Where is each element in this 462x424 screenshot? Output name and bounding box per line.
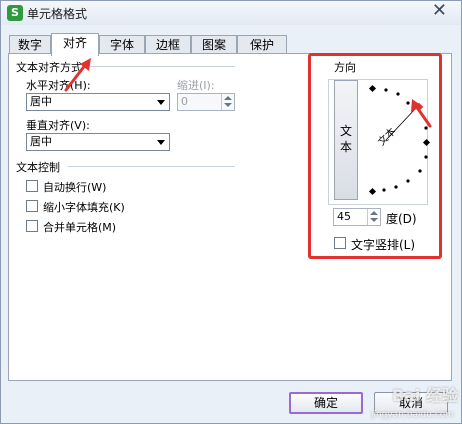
wrap-text-checkbox[interactable]: 自动换行(W) (26, 179, 166, 194)
checkbox-box[interactable] (26, 220, 38, 232)
annotation-arrow-tab (64, 58, 91, 92)
spin-down-icon (224, 103, 232, 107)
alignment-group-line (90, 66, 235, 67)
annotation-arrow-dial (411, 99, 432, 128)
indent-label: 缩进(I): (177, 79, 215, 92)
shrink-to-fit-checkbox[interactable]: 缩小字体填充(K) (26, 199, 166, 214)
close-icon[interactable]: ✕ (432, 2, 447, 20)
highlight-box (308, 53, 442, 259)
chevron-down-icon (157, 100, 165, 105)
checkbox-box[interactable] (26, 200, 38, 212)
tab-border[interactable]: 边框 (145, 35, 191, 55)
spin-up-icon (224, 96, 232, 100)
tab-number[interactable]: 数字 (9, 35, 51, 55)
vertical-align-value: 居中 (30, 135, 52, 148)
chevron-down-icon (157, 140, 165, 145)
tab-protection[interactable]: 保护 (237, 35, 287, 55)
dialog-title: 单元格格式 (27, 7, 88, 21)
ok-button[interactable]: 确定 (289, 392, 363, 414)
merge-cells-checkbox[interactable]: 合并单元格(M) (26, 219, 166, 234)
checkbox-box[interactable] (26, 180, 38, 192)
tab-alignment[interactable]: 对齐 (51, 33, 99, 56)
spinner-buttons (221, 94, 234, 110)
app-icon: S (7, 5, 23, 21)
indent-spinner: 0 (177, 93, 235, 111)
wrap-text-label: 自动换行(W) (43, 181, 107, 194)
watermark-url: jingyan.baidu.com (370, 410, 454, 420)
text-control-group-label: 文本控制 (16, 159, 63, 175)
title-bar[interactable]: S 单元格格式 ✕ (1, 1, 461, 25)
vertical-align-label: 垂直对齐(V): (26, 119, 90, 132)
horizontal-align-value: 居中 (30, 95, 52, 108)
indent-value: 0 (181, 95, 188, 108)
text-control-group-line (68, 166, 235, 167)
tab-pattern[interactable]: 图案 (191, 35, 237, 55)
shrink-to-fit-label: 缩小字体填充(K) (43, 201, 125, 214)
merge-cells-label: 合并单元格(M) (43, 221, 117, 234)
tab-font[interactable]: 字体 (99, 35, 145, 55)
watermark-logo: Bai 经验 (391, 386, 458, 405)
vertical-align-select[interactable]: 居中 (26, 133, 170, 151)
